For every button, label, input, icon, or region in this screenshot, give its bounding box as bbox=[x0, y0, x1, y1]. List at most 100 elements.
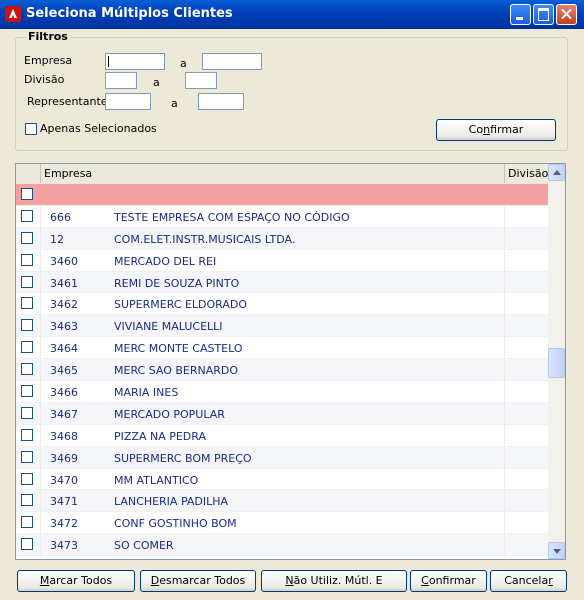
row-checkbox[interactable] bbox=[21, 297, 33, 310]
row-checkbox[interactable] bbox=[21, 275, 33, 288]
scroll-up-arrow[interactable] bbox=[548, 164, 565, 181]
row-code: 3462 bbox=[50, 298, 78, 312]
row-code: 3468 bbox=[50, 429, 78, 443]
header-select-column[interactable] bbox=[16, 164, 41, 183]
grid-rows: 666 TESTE EMPRESA COM ESPAÇO NO CÓDIGO 12 C… bbox=[16, 184, 548, 557]
vertical-scrollbar[interactable] bbox=[548, 164, 565, 559]
table-row[interactable]: 12 COM.ELET.INSTR.MUSICAIS LTDA. bbox=[16, 227, 548, 250]
divisao-to-input[interactable] bbox=[185, 72, 217, 89]
row-checkbox[interactable] bbox=[21, 538, 33, 551]
empresa-from-input[interactable] bbox=[105, 53, 165, 70]
row-code: 3467 bbox=[50, 407, 78, 421]
representante-label: Representante bbox=[27, 95, 108, 108]
table-row[interactable]: 3473 SO COMER bbox=[16, 534, 548, 557]
representante-to-input[interactable] bbox=[198, 93, 244, 110]
column-divider bbox=[504, 381, 505, 402]
empresa-label: Empresa bbox=[24, 54, 73, 67]
column-divider bbox=[40, 359, 41, 381]
representante-from-input[interactable] bbox=[105, 93, 151, 110]
row-checkbox[interactable] bbox=[21, 516, 33, 529]
divisao-from-input[interactable] bbox=[105, 72, 137, 89]
row-checkbox[interactable] bbox=[21, 450, 33, 463]
row-checkbox[interactable] bbox=[21, 341, 33, 354]
desmarcar-todos-button[interactable]: Desmarcar Todos bbox=[140, 570, 256, 592]
column-divider bbox=[40, 534, 41, 556]
title-bar: Seleciona Múltiplos Clientes bbox=[0, 0, 584, 29]
column-divider bbox=[504, 315, 505, 337]
row-checkbox[interactable] bbox=[21, 188, 33, 200]
row-name: MERCADO POPULAR bbox=[114, 407, 225, 421]
table-row[interactable]: 3463 VIVIANE MALUCELLI bbox=[16, 315, 548, 338]
table-row[interactable]: 3468 PIZZA NA PEDRA bbox=[16, 424, 548, 447]
column-divider bbox=[40, 424, 41, 446]
table-row[interactable]: 3472 CONF GOSTINHO BOM bbox=[16, 512, 548, 535]
nao-utiliz-button[interactable]: Não Utiliz. Mútl. E bbox=[261, 570, 407, 592]
table-row[interactable]: 3466 MARIA INES bbox=[16, 381, 548, 403]
table-row[interactable]: 3464 MERC MONTE CASTELO bbox=[16, 337, 548, 360]
row-name: SUPERMERC ELDORADO bbox=[114, 298, 248, 312]
header-empresa[interactable]: Empresa bbox=[41, 164, 505, 183]
column-divider bbox=[504, 446, 505, 468]
row-code: 3466 bbox=[50, 386, 78, 400]
new-row[interactable] bbox=[16, 184, 548, 206]
empresa-a-label: a bbox=[180, 57, 187, 70]
column-divider bbox=[504, 227, 505, 249]
column-divider bbox=[40, 227, 41, 249]
table-row[interactable]: 3469 SUPERMERC BOM PREÇO bbox=[16, 446, 548, 469]
row-checkbox[interactable] bbox=[21, 319, 33, 332]
table-row[interactable]: 3465 MERC SAO BERNARDO bbox=[16, 359, 548, 382]
row-code: 3469 bbox=[50, 451, 78, 465]
divisao-label: Divisão bbox=[24, 73, 65, 86]
row-code: 3460 bbox=[50, 254, 78, 268]
row-name: MARIA INES bbox=[114, 386, 179, 400]
row-code: 3465 bbox=[50, 364, 78, 378]
marcar-todos-button[interactable]: Marcar Todos bbox=[17, 570, 135, 592]
row-name: TESTE EMPRESA COM ESPAÇO NO CÓDIGO bbox=[114, 210, 350, 224]
row-code: 3470 bbox=[50, 473, 78, 487]
close-button[interactable] bbox=[556, 4, 577, 25]
column-divider bbox=[40, 446, 41, 468]
apenas-selecionados-label: Apenas Selecionados bbox=[40, 122, 157, 135]
row-checkbox[interactable] bbox=[21, 209, 33, 222]
column-divider bbox=[40, 315, 41, 337]
column-divider bbox=[504, 490, 505, 512]
cancelar-button[interactable]: Cancelar bbox=[490, 570, 567, 592]
filter-confirm-button[interactable]: Confirmar bbox=[436, 119, 556, 141]
row-code: 3464 bbox=[50, 342, 78, 356]
row-checkbox[interactable] bbox=[21, 494, 33, 507]
table-row[interactable]: 3471 LANCHERIA PADILHA bbox=[16, 490, 548, 513]
apenas-selecionados-checkbox[interactable] bbox=[25, 123, 37, 135]
row-name: VIVIANE MALUCELLI bbox=[114, 320, 223, 334]
row-checkbox[interactable] bbox=[21, 363, 33, 376]
scroll-thumb[interactable] bbox=[548, 348, 565, 378]
table-row[interactable]: 3462 SUPERMERC ELDORADO bbox=[16, 293, 548, 316]
row-checkbox[interactable] bbox=[21, 385, 33, 398]
row-checkbox[interactable] bbox=[21, 472, 33, 485]
maximize-button[interactable] bbox=[533, 4, 554, 25]
column-divider bbox=[40, 402, 41, 424]
row-checkbox[interactable] bbox=[21, 253, 33, 266]
row-checkbox[interactable] bbox=[21, 406, 33, 419]
table-row[interactable]: 3460 MERCADO DEL REI bbox=[16, 249, 548, 272]
column-divider bbox=[40, 468, 41, 490]
row-name: MERC SAO BERNARDO bbox=[114, 364, 239, 378]
table-row[interactable]: 3467 MERCADO POPULAR bbox=[16, 402, 548, 425]
column-divider bbox=[40, 293, 41, 315]
header-divisao[interactable]: Divisão bbox=[505, 164, 548, 183]
row-checkbox[interactable] bbox=[21, 428, 33, 441]
column-divider bbox=[40, 512, 41, 534]
empresa-to-input[interactable] bbox=[202, 53, 262, 70]
app-icon bbox=[5, 6, 21, 22]
row-checkbox[interactable] bbox=[21, 231, 33, 244]
scroll-down-arrow[interactable] bbox=[548, 542, 565, 559]
text-caret bbox=[108, 56, 109, 67]
row-code: 3463 bbox=[50, 320, 78, 334]
table-row[interactable]: 3470 MM ATLANTICO bbox=[16, 468, 548, 491]
column-divider bbox=[504, 512, 505, 534]
column-divider bbox=[40, 271, 41, 293]
minimize-button[interactable] bbox=[510, 4, 531, 25]
table-row[interactable]: 666 TESTE EMPRESA COM ESPAÇO NO CÓDIGO bbox=[16, 205, 548, 228]
confirmar-button[interactable]: Confirmar bbox=[410, 570, 487, 592]
column-divider bbox=[504, 293, 505, 315]
table-row[interactable]: 3461 REMI DE SOUZA PINTO bbox=[16, 271, 548, 294]
